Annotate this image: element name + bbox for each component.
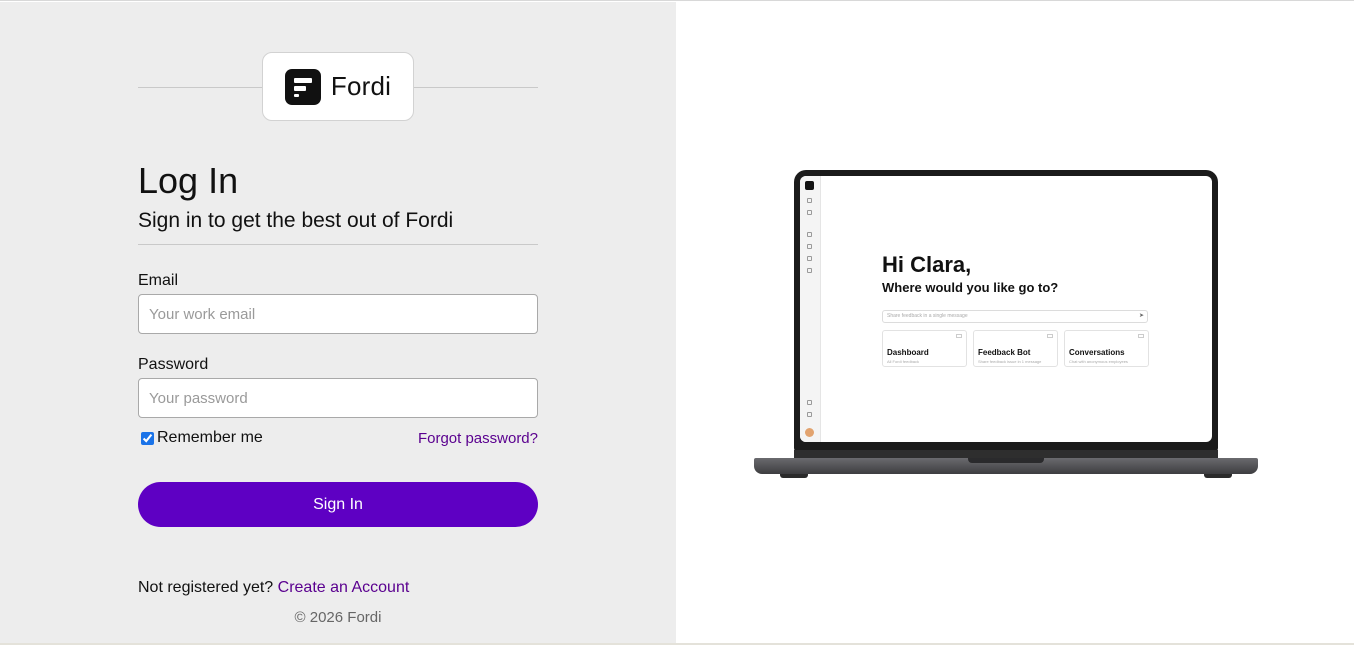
user-icon <box>807 268 812 273</box>
password-input[interactable] <box>138 378 538 418</box>
preview-question: Where would you like go to? <box>882 280 1059 295</box>
laptop-foot-left <box>780 474 808 478</box>
laptop-notch <box>968 458 1044 463</box>
laptop-screen: Hi Clara, Where would you like go to? Sh… <box>800 176 1212 442</box>
avatar <box>805 428 814 437</box>
register-row: Not registered yet? Create an Account <box>138 579 409 597</box>
home-icon <box>807 198 812 203</box>
preview-card-dashboard: Dashboard All Fordi feedback <box>882 330 967 367</box>
card-icon <box>956 334 962 338</box>
laptop-mockup: Hi Clara, Where would you like go to? Sh… <box>754 170 1258 480</box>
help-icon <box>807 400 812 405</box>
preview-panel: Hi Clara, Where would you like go to? Sh… <box>676 2 1354 643</box>
form-divider <box>138 244 538 245</box>
app-sidebar <box>800 176 821 442</box>
remember-me-checkbox[interactable] <box>141 431 154 445</box>
laptop-lid: Hi Clara, Where would you like go to? Sh… <box>794 170 1218 452</box>
preview-card-feedback-bot: Feedback Bot Share feedback issue in 1 m… <box>973 330 1058 367</box>
chart-icon <box>807 232 812 237</box>
brand-name: Fordi <box>330 71 392 101</box>
brand-logo: Fordi <box>262 52 414 121</box>
login-panel: Fordi Log In Sign in to get the best out… <box>0 2 676 643</box>
send-icon: ➤ <box>1138 313 1144 319</box>
settings-icon <box>807 412 812 417</box>
page-title: Log In <box>138 160 239 201</box>
fordi-logo-icon <box>284 68 321 105</box>
preview-card-conversations: Conversations Chat with anonymous employ… <box>1064 330 1149 367</box>
laptop-hinge <box>794 450 1218 458</box>
remember-me-label[interactable]: Remember me <box>157 429 263 447</box>
card-icon <box>1138 334 1144 338</box>
laptop-foot-right <box>1204 474 1232 478</box>
remember-me-row: Remember me <box>141 429 263 447</box>
copy-icon <box>807 256 812 261</box>
mini-logo-icon <box>805 181 814 190</box>
card-icon <box>1047 334 1053 338</box>
top-border <box>0 0 1354 1</box>
preview-search-placeholder: Share feedback in a single message <box>887 313 968 319</box>
copyright: © 2026 Fordi <box>294 609 382 626</box>
preview-search: Share feedback in a single message ➤ <box>882 310 1148 323</box>
email-input[interactable] <box>138 294 538 334</box>
page-subtitle: Sign in to get the best out of Fordi <box>138 209 454 232</box>
password-label: Password <box>138 356 209 373</box>
create-account-link[interactable]: Create an Account <box>278 579 410 596</box>
email-label: Email <box>138 272 179 289</box>
preview-greeting: Hi Clara, <box>882 252 972 277</box>
sign-in-button[interactable]: Sign In <box>138 482 538 527</box>
grid-icon <box>807 210 812 215</box>
chat-icon <box>807 244 812 249</box>
forgot-password-link[interactable]: Forgot password? <box>418 430 538 447</box>
register-prompt: Not registered yet? <box>138 579 274 596</box>
